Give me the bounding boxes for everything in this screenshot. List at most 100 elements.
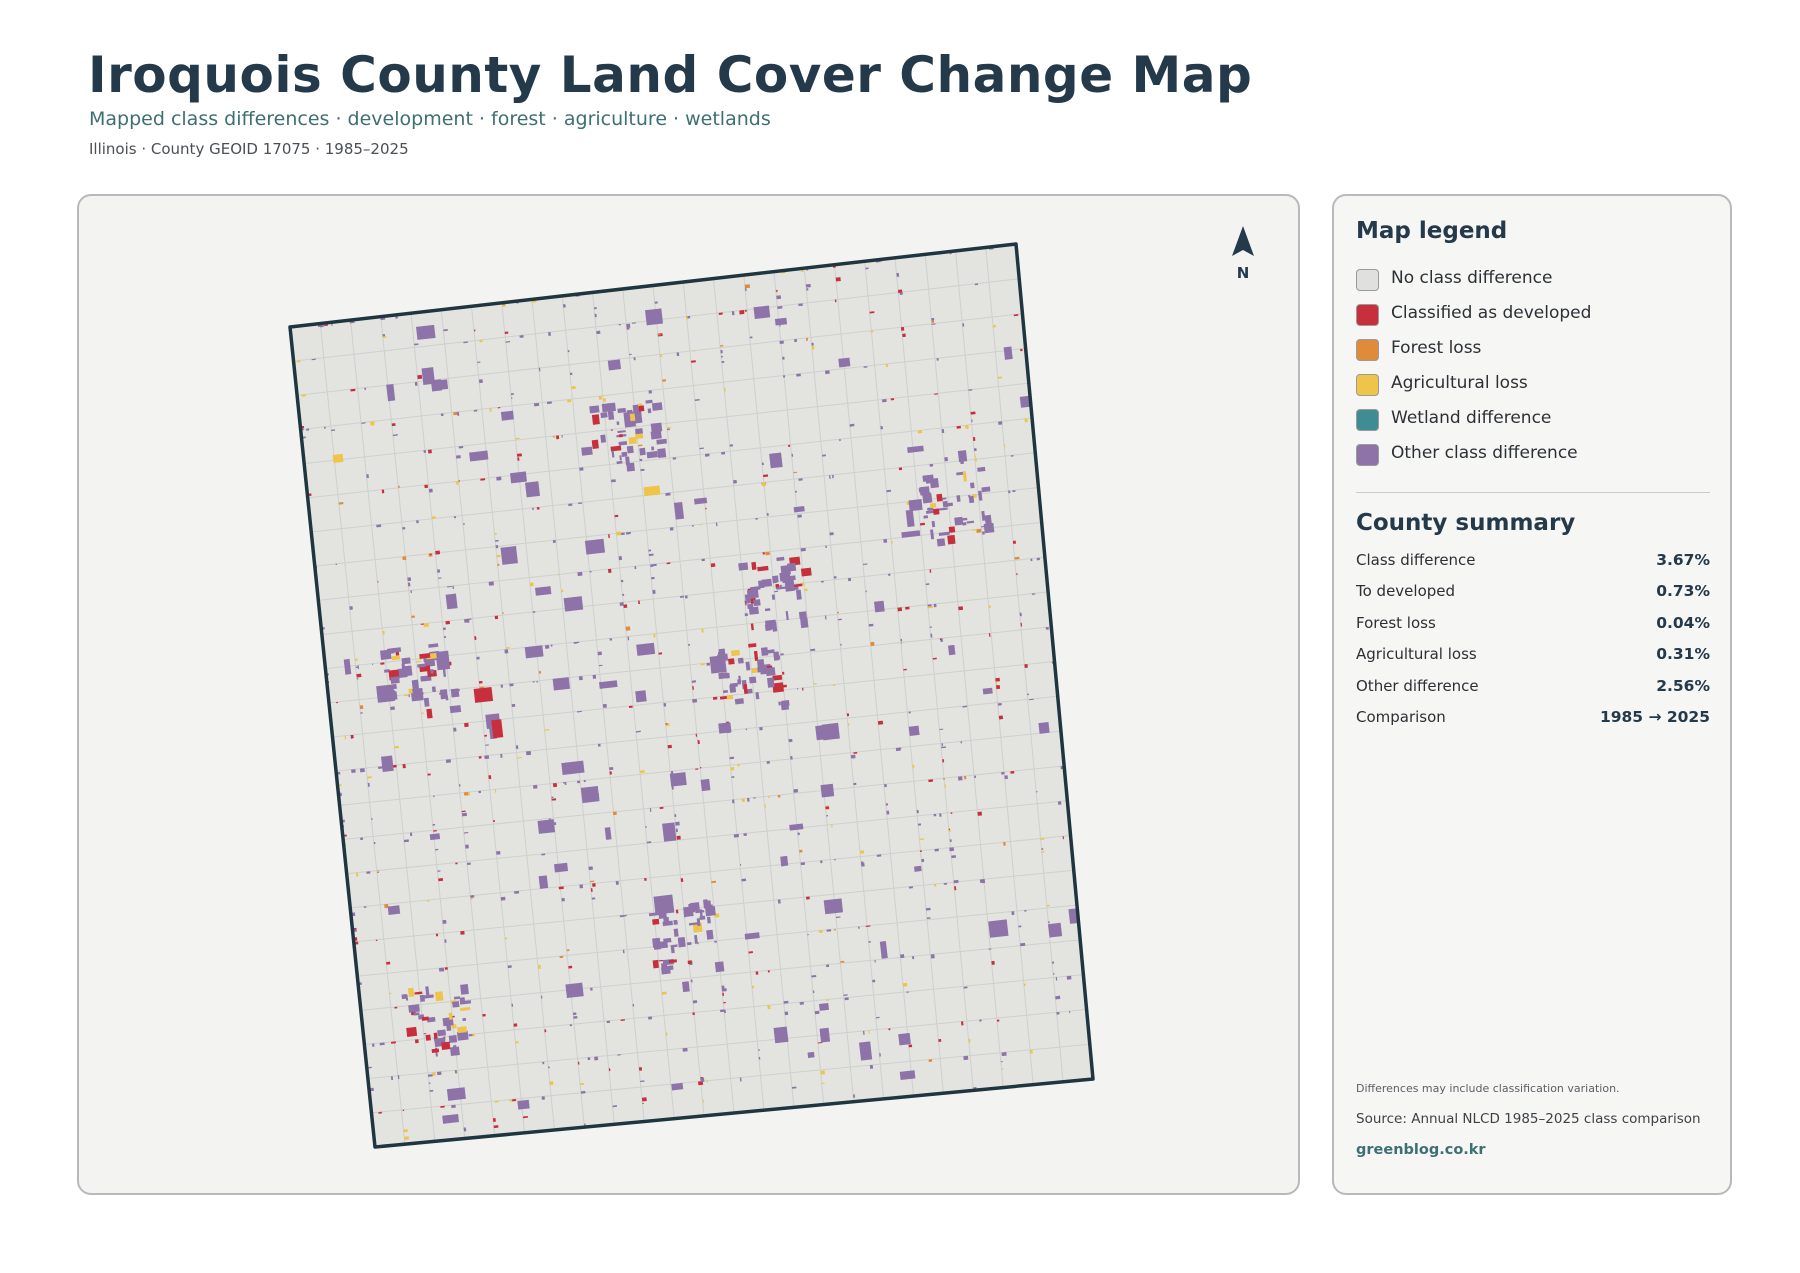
change-speck: [402, 526, 406, 530]
change-speck: [466, 862, 471, 865]
legend-swatch: [1356, 304, 1379, 326]
map-panel[interactable]: N: [77, 194, 1300, 1195]
map-subtitle: Mapped class differences · development ·…: [89, 108, 771, 130]
change-speck: [998, 715, 1004, 720]
town-patch: [407, 987, 415, 997]
change-speck: [964, 775, 967, 780]
change-speck: [705, 507, 707, 510]
change-speck: [484, 755, 490, 760]
change-speck: [1041, 848, 1044, 850]
town-patch: [462, 1017, 467, 1022]
change-parcel: [908, 725, 920, 736]
summary-row-agricultural-loss: Agricultural loss 0.31%: [1356, 645, 1710, 676]
change-speck: [933, 813, 937, 817]
change-speck: [805, 283, 811, 288]
change-speck: [592, 883, 596, 887]
town-patch: [731, 649, 740, 657]
change-speck: [594, 1056, 599, 1061]
change-speck: [335, 563, 337, 565]
town-patch: [656, 940, 668, 949]
legend-label: Forest loss: [1391, 338, 1482, 358]
change-speck: [839, 439, 841, 442]
town-patch: [390, 676, 400, 684]
change-speck: [478, 379, 483, 384]
county-map[interactable]: [79, 196, 1300, 1195]
change-speck: [569, 372, 573, 376]
summary-list: Class difference 3.67% To developed 0.73…: [1356, 551, 1710, 739]
town-patch: [729, 684, 737, 693]
change-speck: [888, 573, 891, 576]
change-speck: [799, 849, 803, 853]
change-speck: [516, 453, 522, 457]
town-patch: [392, 683, 397, 690]
change-speck: [567, 399, 572, 403]
change-speck: [602, 703, 607, 708]
change-speck: [788, 738, 793, 743]
town-patch: [984, 516, 992, 527]
change-speck: [939, 813, 942, 817]
change-speck: [844, 997, 849, 1001]
change-speck: [953, 879, 959, 884]
change-speck: [919, 850, 922, 852]
change-speck: [463, 792, 469, 796]
change-speck: [336, 701, 339, 704]
site-link[interactable]: greenblog.co.kr: [1356, 1142, 1486, 1158]
legend-swatch: [1356, 444, 1379, 466]
change-speck: [578, 676, 583, 681]
change-speck: [780, 653, 784, 656]
legend-swatch: [1356, 339, 1379, 361]
change-speck: [306, 428, 310, 431]
change-speck: [442, 627, 446, 631]
change-speck: [536, 680, 538, 683]
change-speck: [902, 333, 906, 338]
change-speck: [478, 756, 482, 759]
change-speck: [444, 967, 448, 970]
town-patch: [600, 412, 608, 419]
change-parcel: [718, 722, 732, 734]
change-speck: [494, 615, 499, 620]
town-patch: [426, 708, 433, 719]
town-patch: [942, 500, 949, 508]
change-speck: [532, 611, 536, 613]
town-patch: [982, 531, 985, 535]
change-speck: [721, 985, 725, 990]
legend-list: No class difference Classified as develo…: [1356, 266, 1591, 476]
change-parcel: [769, 452, 783, 469]
map-title: Iroquois County Land Cover Change Map: [88, 46, 1253, 104]
town-patch: [448, 1035, 458, 1044]
change-speck: [1053, 973, 1055, 975]
change-speck: [615, 880, 619, 885]
town-patch: [929, 477, 940, 489]
change-speck: [577, 571, 583, 577]
change-speck: [1008, 490, 1011, 494]
town-patch: [634, 411, 640, 421]
change-parcel: [554, 862, 569, 873]
change-speck: [1036, 557, 1040, 561]
change-speck: [885, 363, 889, 368]
change-speck: [934, 883, 937, 887]
change-speck: [896, 272, 900, 277]
town-patch: [411, 679, 419, 690]
town-patch: [687, 960, 692, 965]
change-speck: [686, 942, 692, 946]
change-speck: [936, 358, 939, 361]
change-speck: [515, 745, 519, 749]
change-speck: [349, 606, 353, 610]
change-speck: [793, 788, 799, 793]
change-speck: [533, 784, 538, 789]
town-patch: [936, 538, 946, 547]
town-patch: [401, 657, 411, 665]
change-speck: [882, 399, 887, 403]
change-speck: [588, 867, 591, 870]
town-patch: [800, 617, 809, 629]
change-speck: [538, 671, 542, 674]
change-speck: [566, 949, 570, 952]
change-speck: [532, 507, 534, 511]
summary-label: Other difference: [1356, 676, 1479, 695]
town-patch: [651, 402, 663, 411]
change-speck: [676, 835, 681, 840]
change-parcel: [429, 833, 441, 841]
change-speck: [427, 899, 430, 902]
town-patch: [457, 1026, 467, 1034]
summary-label: Comparison: [1356, 707, 1446, 726]
